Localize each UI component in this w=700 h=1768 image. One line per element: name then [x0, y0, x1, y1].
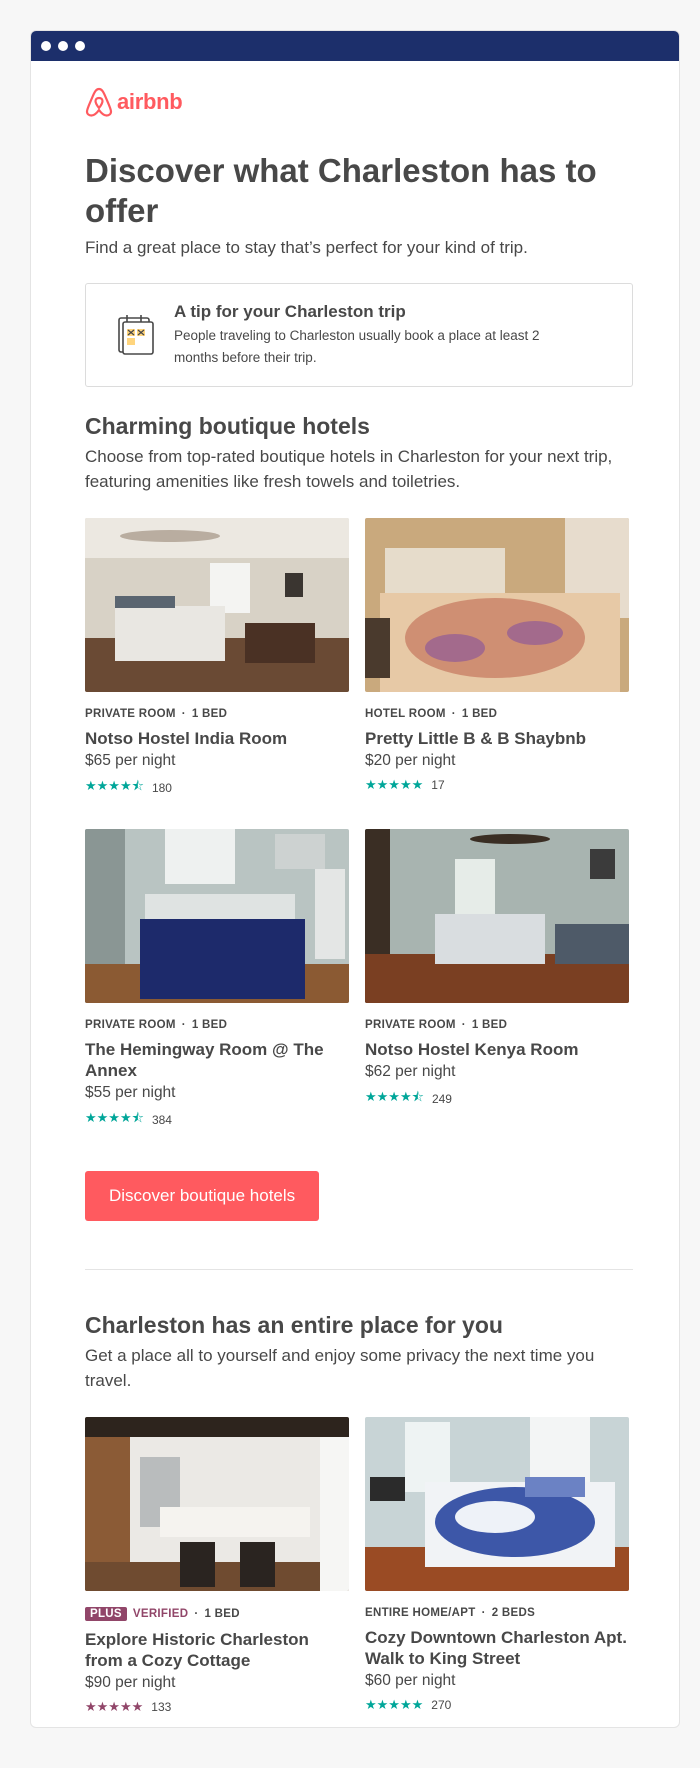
review-count: 249: [431, 1092, 452, 1106]
listing-rating: ★★★★★ 17: [365, 777, 629, 793]
listing-rating: ★★★★⯪ 249: [365, 1088, 629, 1110]
email-window: airbnb Discover what Charleston has to o…: [30, 30, 680, 1728]
room-photo-image: [85, 829, 349, 1003]
listing-card[interactable]: PRIVATE ROOM · 1 BED Notso Hostel Kenya …: [365, 829, 629, 1131]
listing-room-type: PRIVATE ROOM: [85, 708, 176, 720]
star-rating-icon: ★★★★⯪: [365, 1089, 424, 1104]
listing-beds: 1 BED: [191, 708, 228, 720]
airbnb-belo-icon: [85, 87, 113, 117]
listing-rating: ★★★★★ 133: [85, 1699, 349, 1715]
window-dot-2: [58, 41, 68, 51]
star-rating-icon: ★★★★⯪: [85, 1110, 144, 1125]
listing-meta: ENTIRE HOME/APT · 2 BEDS: [365, 1607, 629, 1619]
listing-meta: HOTEL ROOM · 1 BED: [365, 708, 629, 720]
listing-name[interactable]: Pretty Little B & B Shaybnb: [365, 728, 629, 749]
window-titlebar: [31, 31, 679, 61]
star-rating-icon: ★★★★⯪: [85, 778, 144, 793]
listing-photo[interactable]: [365, 1417, 629, 1591]
meta-separator: ·: [181, 1019, 186, 1031]
listing-meta: PRIVATE ROOM · 1 BED: [365, 1019, 629, 1031]
listing-price: $55 per night: [85, 1084, 176, 1101]
listing-meta: PRIVATE ROOM · 1 BED: [85, 708, 349, 720]
listing-name[interactable]: The Hemingway Room @ The Annex: [85, 1039, 349, 1081]
listing-beds: 1 BED: [191, 1019, 228, 1031]
kitchen-photo-image: [85, 1417, 349, 1591]
tip-card: A tip for your Charleston trip People tr…: [85, 283, 633, 387]
listing-card[interactable]: PRIVATE ROOM · 1 BED Notso Hostel India …: [85, 518, 349, 799]
meta-separator: ·: [481, 1607, 486, 1619]
airbnb-logo[interactable]: airbnb: [85, 85, 633, 119]
listing-beds: 2 BEDS: [491, 1607, 536, 1619]
room-photo-image: [365, 518, 629, 692]
listing-price: $20 per night: [365, 752, 456, 769]
room-photo-image: [365, 829, 629, 1003]
star-rating-icon: ★★★★★: [365, 777, 424, 792]
listing-card[interactable]: HOTEL ROOM · 1 BED Pretty Little B & B S…: [365, 518, 629, 799]
listing-room-type: PRIVATE ROOM: [365, 1019, 456, 1031]
tip-title: A tip for your Charleston trip: [174, 302, 406, 321]
listing-photo[interactable]: [85, 1417, 349, 1591]
listing-rating: ★★★★⯪ 180: [85, 777, 349, 799]
listing-beds: 1 BED: [471, 1019, 508, 1031]
email-body: airbnb Discover what Charleston has to o…: [31, 85, 679, 1727]
listing-price: $90 per night: [85, 1674, 176, 1691]
review-count: 270: [431, 1698, 452, 1712]
meta-separator: ·: [451, 708, 456, 720]
listing-price: $60 per night: [365, 1672, 456, 1689]
listing-name[interactable]: Cozy Downtown Charleston Apt. Walk to Ki…: [365, 1627, 629, 1669]
listing-meta: PRIVATE ROOM · 1 BED: [85, 1019, 349, 1031]
listing-card[interactable]: ENTIRE HOME/APT · 2 BEDS Cozy Downtown C…: [365, 1417, 629, 1715]
listing-card[interactable]: PRIVATE ROOM · 1 BED The Hemingway Room …: [85, 829, 349, 1131]
listing-beds: 1 BED: [204, 1608, 240, 1620]
section-entire-place-title: Charleston has an entire place for you: [85, 1312, 503, 1338]
meta-separator: ·: [194, 1608, 199, 1620]
listing-rating: ★★★★⯪ 384: [85, 1109, 349, 1131]
meta-separator: ·: [181, 708, 186, 720]
entire-place-listing-grid: PLUS VERIFIED · 1 BED Explore Historic C…: [85, 1417, 633, 1727]
page-headline: Discover what Charleston has to offer: [85, 152, 597, 229]
listing-meta: PLUS VERIFIED · 1 BED: [85, 1607, 349, 1621]
listing-beds: 1 BED: [461, 708, 498, 720]
brand-name: airbnb: [117, 89, 183, 114]
calendar-icon: [118, 315, 154, 355]
star-rating-icon: ★★★★★: [365, 1697, 424, 1712]
plus-badge: PLUS: [85, 1607, 127, 1621]
listing-room-type: PRIVATE ROOM: [85, 1019, 176, 1031]
section-entire-place-description: Get a place all to yourself and enjoy so…: [85, 1346, 595, 1390]
listing-price: $65 per night: [85, 752, 176, 769]
listing-room-type: ENTIRE HOME/APT: [365, 1607, 476, 1619]
listing-photo[interactable]: [365, 518, 629, 692]
listing-photo[interactable]: [85, 518, 349, 692]
tip-body: People traveling to Charleston usually b…: [174, 328, 540, 365]
listing-name[interactable]: Notso Hostel India Room: [85, 728, 349, 749]
listing-name[interactable]: Explore Historic Charleston from a Cozy …: [85, 1629, 349, 1671]
listing-card[interactable]: PLUS VERIFIED · 1 BED Explore Historic C…: [85, 1417, 349, 1715]
listing-photo[interactable]: [85, 829, 349, 1003]
listing-rating: ★★★★★ 270: [365, 1697, 629, 1713]
review-count: 17: [431, 778, 445, 792]
bedroom-photo-image: [365, 1417, 629, 1591]
window-dot-1: [41, 41, 51, 51]
star-rating-icon: ★★★★★: [85, 1699, 144, 1714]
discover-boutique-hotels-button[interactable]: Discover boutique hotels: [85, 1171, 320, 1221]
review-count: 133: [151, 1700, 172, 1714]
verified-label: VERIFIED: [132, 1608, 189, 1620]
page-subhead: Find a great place to stay that’s perfec…: [85, 238, 528, 257]
section-boutique-title: Charming boutique hotels: [85, 413, 370, 439]
section-boutique-description: Choose from top-rated boutique hotels in…: [85, 447, 613, 491]
listing-name[interactable]: Notso Hostel Kenya Room: [365, 1039, 629, 1060]
review-count: 180: [151, 781, 172, 795]
meta-separator: ·: [461, 1019, 466, 1031]
section-divider: [85, 1269, 633, 1270]
tip-text: A tip for your Charleston trip People tr…: [174, 302, 584, 369]
review-count: 384: [151, 1113, 172, 1127]
boutique-listing-grid: PRIVATE ROOM · 1 BED Notso Hostel India …: [85, 518, 633, 1161]
window-dot-3: [75, 41, 85, 51]
listing-price: $62 per night: [365, 1063, 456, 1080]
listing-room-type: HOTEL ROOM: [365, 708, 446, 720]
listing-photo[interactable]: [365, 829, 629, 1003]
room-photo-image: [85, 518, 349, 692]
